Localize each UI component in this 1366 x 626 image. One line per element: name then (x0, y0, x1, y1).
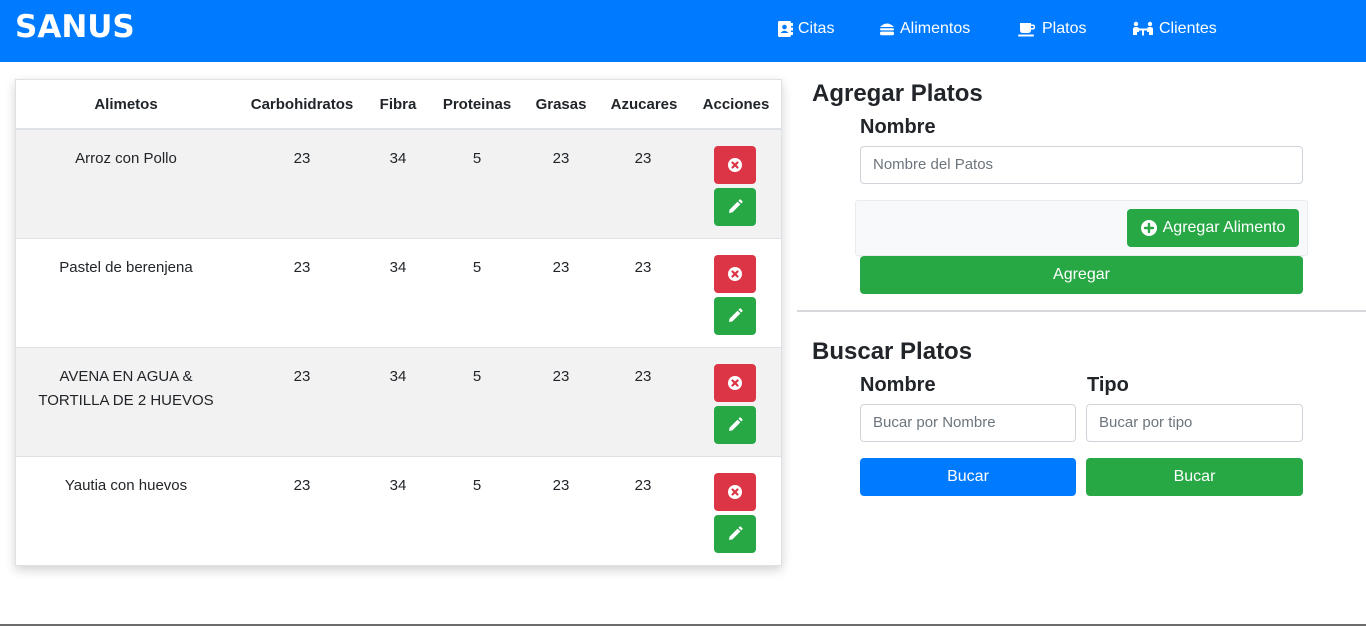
header-alimetos: Alimetos (94, 96, 158, 113)
delete-button[interactable] (714, 473, 756, 511)
people-table-icon (1133, 21, 1153, 36)
times-circle-icon (728, 267, 742, 281)
nav-label-platos: Platos (1042, 20, 1087, 37)
hamburger-icon (880, 23, 894, 36)
cell-fibra: 34 (389, 150, 407, 167)
cell-carbohidratos: 23 (293, 368, 311, 385)
buscar-nombre-input[interactable]: Bucar por Nombre (860, 404, 1076, 442)
table-header: Alimetos Carbohidratos Fibra Proteinas G… (16, 80, 781, 130)
cell-azucares: 23 (634, 150, 652, 167)
cell-azucares: 23 (634, 368, 652, 385)
nav-item-citas[interactable]: Citas (777, 18, 834, 40)
agregar-platos-title: Agregar Platos (812, 80, 983, 107)
alimentos-table-card: Alimetos Carbohidratos Fibra Proteinas G… (15, 79, 782, 566)
agregar-alimento-label: Agregar Alimento (1162, 219, 1286, 236)
brand-logo[interactable]: SANUS (15, 9, 135, 45)
cell-azucares: 23 (634, 259, 652, 276)
edit-button[interactable] (714, 406, 756, 444)
header-carbohidratos: Carbohidratos (250, 96, 354, 113)
alimento-name-line1: Pastel de berenjena (59, 259, 193, 276)
buscar-platos-title: Buscar Platos (812, 338, 973, 365)
nav-item-clientes[interactable]: Clientes (1132, 18, 1217, 40)
section-divider (797, 310, 1366, 312)
buscar-nombre-button[interactable]: Bucar (860, 458, 1076, 496)
cell-grasas: 23 (552, 368, 570, 385)
nav-item-alimentos[interactable]: Alimentos (879, 18, 970, 40)
header-acciones: Acciones (702, 96, 770, 113)
top-navbar: SANUS Citas Alimentos Platos Clientes (0, 0, 1366, 62)
alimento-name-line1: Arroz con Pollo (75, 150, 177, 167)
edit-button[interactable] (714, 515, 756, 553)
table-row: Pastel de berenjena 23 34 5 23 23 (16, 239, 781, 348)
cell-carbohidratos: 23 (293, 259, 311, 276)
cell-fibra: 34 (389, 259, 407, 276)
agregar-alimento-button[interactable]: Agregar Alimento (1127, 209, 1299, 247)
cell-proteinas: 5 (472, 259, 482, 276)
agregar-button[interactable]: Agregar (860, 256, 1303, 294)
cell-carbohidratos: 23 (293, 477, 311, 494)
delete-button[interactable] (714, 364, 756, 402)
delete-button[interactable] (714, 255, 756, 293)
address-book-icon (778, 21, 793, 37)
alimento-name-line2: TORTILLA DE 2 HUEVOS (38, 392, 214, 409)
buscar-nombre-label: Nombre (860, 374, 936, 396)
nav-label-clientes: Clientes (1159, 20, 1217, 37)
cell-azucares: 23 (634, 477, 652, 494)
buscar-tipo-button[interactable]: Bucar (1086, 458, 1303, 496)
table-row: Arroz con Pollo 23 34 5 23 23 (16, 130, 781, 239)
cell-proteinas: 5 (472, 150, 482, 167)
plus-circle-icon (1140, 220, 1157, 236)
cell-grasas: 23 (552, 150, 570, 167)
pencil-icon (729, 308, 743, 322)
cell-alimento-name: AVENA EN AGUA & TORTILLA DE 2 HUEVOS (26, 365, 226, 413)
header-azucares: Azucares (610, 96, 678, 113)
cell-grasas: 23 (552, 259, 570, 276)
buscar-tipo-label: Tipo (1087, 374, 1129, 396)
table-row: AVENA EN AGUA & TORTILLA DE 2 HUEVOS 23 … (16, 348, 781, 457)
edit-button[interactable] (714, 188, 756, 226)
cell-grasas: 23 (552, 477, 570, 494)
cell-alimento-name: Pastel de berenjena (26, 256, 226, 280)
times-circle-icon (728, 158, 742, 172)
pencil-icon (729, 417, 743, 431)
nav-item-platos[interactable]: Platos (1017, 18, 1086, 40)
coffee-cup-icon (1018, 23, 1035, 37)
times-circle-icon (728, 485, 742, 499)
cell-proteinas: 5 (472, 368, 482, 385)
cell-proteinas: 5 (472, 477, 482, 494)
cell-fibra: 34 (389, 368, 407, 385)
cell-carbohidratos: 23 (293, 150, 311, 167)
buscar-tipo-input[interactable]: Bucar por tipo (1086, 404, 1303, 442)
nombre-plato-input[interactable]: Nombre del Patos (860, 146, 1303, 184)
times-circle-icon (728, 376, 742, 390)
table-row: Yautia con huevos 23 34 5 23 23 (16, 457, 781, 566)
cell-fibra: 34 (389, 477, 407, 494)
alimento-name-line1: Yautia con huevos (64, 477, 188, 494)
pencil-icon (729, 199, 743, 213)
alimento-name-line1: AVENA EN AGUA & (59, 368, 193, 385)
cell-alimento-name: Yautia con huevos (26, 474, 226, 498)
pencil-icon (729, 526, 743, 540)
cell-alimento-name: Arroz con Pollo (26, 147, 226, 171)
edit-button[interactable] (714, 297, 756, 335)
agregar-nombre-label: Nombre (860, 116, 936, 138)
nav-label-alimentos: Alimentos (900, 20, 971, 37)
nav-label-citas: Citas (798, 20, 835, 37)
header-fibra: Fibra (379, 96, 417, 113)
delete-button[interactable] (714, 146, 756, 184)
header-proteinas: Proteinas (442, 96, 512, 113)
header-grasas: Grasas (535, 96, 587, 113)
